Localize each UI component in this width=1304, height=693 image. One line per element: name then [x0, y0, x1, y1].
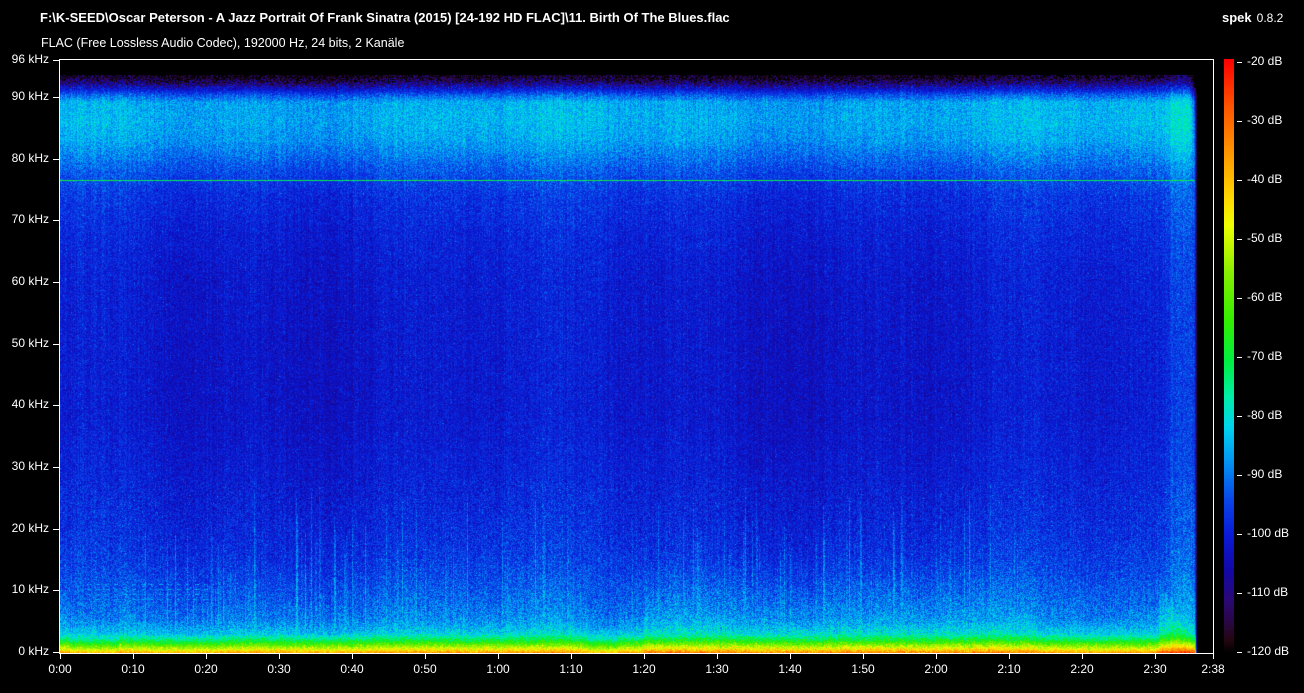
frequency-tick-label: 20 kHz — [0, 521, 49, 535]
frequency-tick — [53, 282, 59, 283]
frequency-tick-label: 10 kHz — [0, 582, 49, 596]
time-tick — [863, 654, 864, 659]
file-path-title: F:\K-SEED\Oscar Peterson - A Jazz Portra… — [40, 10, 730, 25]
time-tick-label: 0:40 — [330, 662, 374, 676]
frequency-tick — [53, 97, 59, 98]
frequency-tick — [53, 220, 59, 221]
time-tick — [717, 654, 718, 659]
frequency-tick — [53, 529, 59, 530]
frequency-tick-label: 90 kHz — [0, 89, 49, 103]
frequency-tick-label: 60 kHz — [0, 274, 49, 288]
legend-tick-label: -60 dB — [1247, 290, 1282, 304]
legend-tick — [1237, 239, 1242, 240]
frequency-tick-label: 50 kHz — [0, 336, 49, 350]
frequency-tick-label: 30 kHz — [0, 459, 49, 473]
app-name: spek — [1222, 10, 1252, 25]
legend-tick — [1237, 534, 1242, 535]
time-tick-label: 2:30 — [1133, 662, 1177, 676]
time-tick — [1082, 654, 1083, 659]
frequency-tick — [53, 344, 59, 345]
time-tick-label: 0:00 — [38, 662, 82, 676]
time-tick-label: 2:10 — [987, 662, 1031, 676]
time-tick — [498, 654, 499, 659]
frequency-tick — [53, 652, 59, 653]
legend-tick-label: -110 dB — [1247, 585, 1288, 599]
time-tick-label: 1:00 — [476, 662, 520, 676]
frequency-tick — [53, 405, 59, 406]
legend-tick — [1237, 298, 1242, 299]
time-tick — [1213, 654, 1214, 659]
time-tick-label: 0:30 — [257, 662, 301, 676]
spectrogram-canvas — [60, 60, 1213, 653]
time-tick — [1009, 654, 1010, 659]
app-version: 0.8.2 — [1257, 11, 1284, 25]
frequency-tick-label: 0 kHz — [0, 644, 49, 658]
frequency-tick-label: 70 kHz — [0, 212, 49, 226]
legend-tick-label: -70 dB — [1247, 349, 1282, 363]
time-tick — [936, 654, 937, 659]
time-tick-label: 2:20 — [1060, 662, 1104, 676]
frequency-tick-label: 96 kHz — [0, 52, 49, 66]
time-tick — [571, 654, 572, 659]
legend-tick — [1237, 475, 1242, 476]
frequency-tick — [53, 60, 59, 61]
time-tick — [133, 654, 134, 659]
legend-tick-label: -50 dB — [1247, 231, 1282, 245]
time-tick-label: 1:50 — [841, 662, 885, 676]
legend-tick-label: -120 dB — [1247, 644, 1289, 658]
time-tick-label: 1:20 — [622, 662, 666, 676]
frequency-tick-label: 80 kHz — [0, 151, 49, 165]
time-tick — [206, 654, 207, 659]
frequency-tick — [53, 590, 59, 591]
time-tick-label: 2:00 — [914, 662, 958, 676]
time-tick-label: 0:50 — [403, 662, 447, 676]
audio-format-info: FLAC (Free Lossless Audio Codec), 192000… — [41, 36, 404, 50]
time-tick-label: 2:38 — [1191, 662, 1235, 676]
frequency-tick — [53, 159, 59, 160]
time-tick-label: 1:40 — [768, 662, 812, 676]
legend-tick — [1237, 180, 1242, 181]
time-tick — [790, 654, 791, 659]
spek-window: F:\K-SEED\Oscar Peterson - A Jazz Portra… — [0, 0, 1304, 693]
legend-tick-label: -90 dB — [1247, 467, 1282, 481]
app-version-badge: spek 0.8.2 — [1222, 10, 1283, 25]
legend-tick — [1237, 121, 1242, 122]
time-tick — [60, 654, 61, 659]
legend-tick — [1237, 62, 1242, 63]
legend-tick — [1237, 357, 1242, 358]
time-tick — [644, 654, 645, 659]
legend-tick-label: -20 dB — [1247, 54, 1282, 68]
legend-tick-label: -100 dB — [1247, 526, 1289, 540]
time-tick — [279, 654, 280, 659]
time-tick-label: 0:20 — [184, 662, 228, 676]
legend-colorbar — [1224, 59, 1234, 653]
time-tick-label: 1:10 — [549, 662, 593, 676]
frequency-tick-label: 40 kHz — [0, 397, 49, 411]
time-tick-label: 0:10 — [111, 662, 155, 676]
legend-tick — [1237, 652, 1242, 653]
legend-tick — [1237, 593, 1242, 594]
legend-tick-label: -40 dB — [1247, 172, 1282, 186]
time-tick-label: 1:30 — [695, 662, 739, 676]
legend-tick-label: -80 dB — [1247, 408, 1282, 422]
legend-tick — [1237, 416, 1242, 417]
time-tick — [1155, 654, 1156, 659]
time-tick — [425, 654, 426, 659]
frequency-tick — [53, 467, 59, 468]
time-tick — [352, 654, 353, 659]
legend-tick-label: -30 dB — [1247, 113, 1282, 127]
